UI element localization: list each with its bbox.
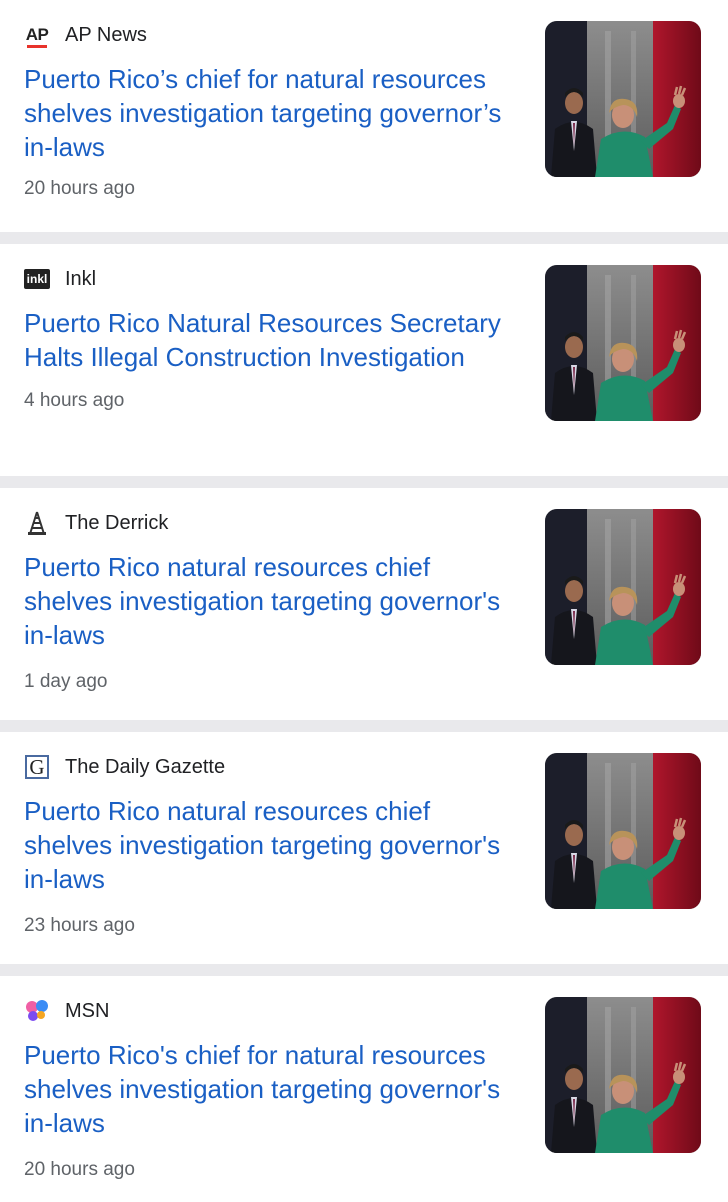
source-name: The Derrick: [65, 511, 169, 534]
headline-link[interactable]: Puerto Rico Natural Resources Secretary …: [24, 306, 524, 374]
gazette-logo-icon: G: [24, 755, 50, 779]
news-feed: AP AP News Puerto Rico’s chief for natur…: [0, 0, 728, 1202]
source-row: inkl Inkl: [24, 266, 96, 292]
timestamp: 23 hours ago: [24, 915, 135, 936]
news-card[interactable]: The Derrick Puerto Rico natural resource…: [0, 488, 728, 720]
thumbnail-image: [545, 21, 701, 177]
timestamp: 20 hours ago: [24, 1159, 135, 1180]
derrick-logo-icon: [24, 511, 50, 535]
article-thumbnail[interactable]: [545, 997, 701, 1153]
news-card[interactable]: inkl Inkl Puerto Rico Natural Resources …: [0, 244, 728, 476]
article-thumbnail[interactable]: [545, 265, 701, 421]
thumbnail-image: [545, 265, 701, 421]
timestamp: 1 day ago: [24, 671, 108, 692]
source-name: The Daily Gazette: [65, 755, 226, 778]
news-card[interactable]: G The Daily Gazette Puerto Rico natural …: [0, 732, 728, 964]
article-thumbnail[interactable]: [545, 753, 701, 909]
timestamp: 4 hours ago: [24, 390, 125, 411]
thumbnail-image: [545, 509, 701, 665]
news-card[interactable]: MSN Puerto Rico's chief for natural reso…: [0, 976, 728, 1202]
source-name: MSN: [65, 999, 110, 1022]
news-card[interactable]: AP AP News Puerto Rico’s chief for natur…: [0, 0, 728, 232]
msn-logo-icon: [24, 999, 50, 1023]
inkl-logo-icon: inkl: [24, 267, 50, 291]
headline-link[interactable]: Puerto Rico natural resources chief shel…: [24, 550, 524, 652]
article-thumbnail[interactable]: [545, 509, 701, 665]
ap-logo-icon: AP: [25, 25, 49, 48]
headline-link[interactable]: Puerto Rico's chief for natural resource…: [24, 1038, 524, 1140]
source-row: The Derrick: [24, 510, 168, 536]
timestamp: 20 hours ago: [24, 178, 135, 199]
article-thumbnail[interactable]: [545, 21, 701, 177]
thumbnail-image: [545, 753, 701, 909]
source-row: AP AP News: [24, 22, 147, 48]
headline-link[interactable]: Puerto Rico natural resources chief shel…: [24, 794, 524, 896]
source-row: MSN: [24, 998, 109, 1024]
source-name: AP News: [65, 23, 147, 46]
source-row: G The Daily Gazette: [24, 754, 225, 780]
headline-link[interactable]: Puerto Rico’s chief for natural resource…: [24, 62, 524, 164]
thumbnail-image: [545, 997, 701, 1153]
source-name: Inkl: [65, 267, 97, 290]
